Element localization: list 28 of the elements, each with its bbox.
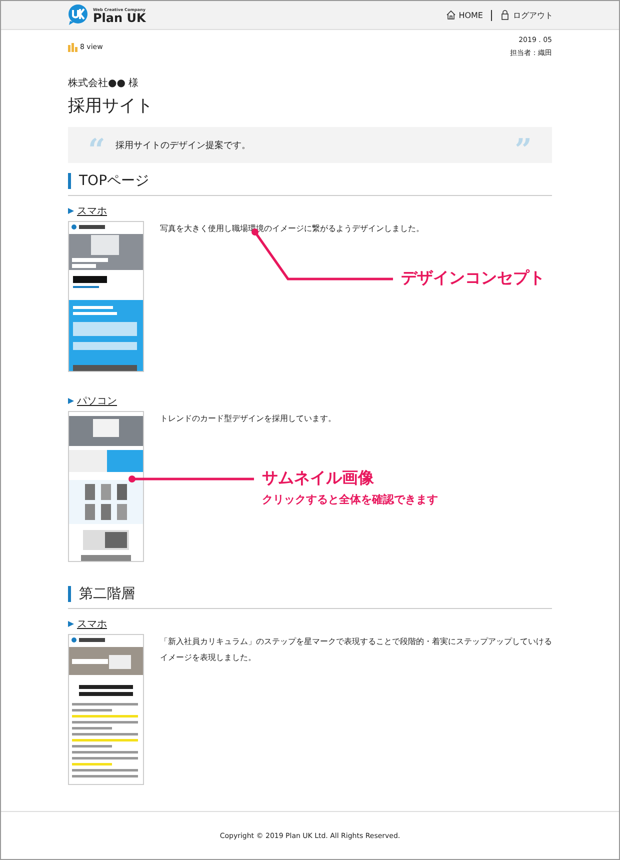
lock-icon	[500, 10, 510, 20]
annotation-subtitle: クリックすると全体を確認できます	[262, 492, 438, 507]
triangle-icon	[68, 398, 74, 404]
open-quote-mark: “	[88, 136, 106, 154]
triangle-icon	[68, 208, 74, 214]
quote-text: 採用サイトのデザイン提案です。	[115, 139, 252, 152]
close-quote-mark: ”	[514, 136, 532, 154]
device-link[interactable]: スマホ	[77, 204, 107, 218]
client-name: 株式会社●● 様	[68, 76, 140, 90]
section-heading: TOPページ	[68, 173, 552, 189]
description-text: トレンドのカード型デザインを採用しています。	[160, 413, 337, 425]
website-thumbnail-drawing[interactable]	[68, 634, 144, 785]
page-title: 採用サイト	[68, 95, 154, 117]
annotation-title: デザインコンセプト	[401, 268, 545, 289]
home-icon	[446, 10, 456, 20]
logo-icon	[67, 4, 89, 26]
annotation-title: サムネイル画像	[262, 468, 375, 489]
triangle-icon	[68, 621, 74, 627]
description-text: 「新入社員カリキュラム」のステップを星マークで表現することで段階的・着実にステップアップしていけるイメージを表現しました。	[160, 636, 552, 664]
home-link[interactable]: HOME	[438, 10, 491, 20]
website-thumbnail-drawing[interactable]	[68, 411, 144, 562]
bar-chart-icon	[68, 42, 78, 52]
logo-name: Plan UK	[93, 12, 146, 24]
logout-link[interactable]: ログアウト	[491, 10, 553, 20]
device-link[interactable]: スマホ	[77, 617, 107, 631]
device-link[interactable]: パソコン	[77, 394, 117, 408]
website-thumbnail-drawing[interactable]	[68, 221, 144, 372]
section-heading: 第二階層	[68, 586, 552, 602]
